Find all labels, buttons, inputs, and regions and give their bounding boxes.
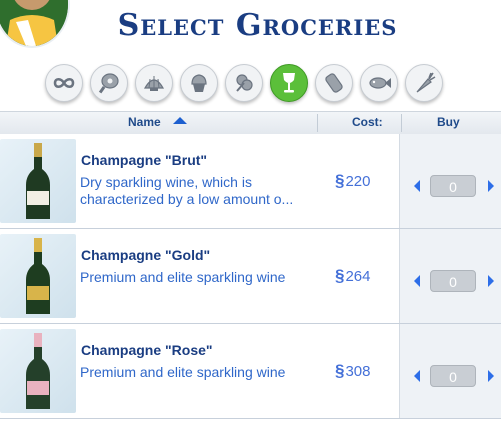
infinity-icon (53, 77, 75, 89)
filter-meat-button[interactable] (90, 64, 128, 102)
grocery-row[interactable]: Champagne "Rose" Premium and elite spark… (0, 324, 501, 419)
fish-icon (369, 77, 391, 89)
champagne-bottle-icon (26, 238, 50, 314)
bottle-label (27, 191, 49, 205)
item-name: Champagne "Rose" (81, 342, 213, 358)
table-header: Name Cost: Buy (0, 111, 501, 135)
filter-fish-button[interactable] (360, 64, 398, 102)
category-filter-bar (45, 64, 443, 102)
champagne-bottle-icon (26, 143, 50, 219)
bottle-label (27, 381, 49, 395)
cost-column-header[interactable]: Cost: (352, 115, 383, 129)
item-cost: §308 (335, 361, 371, 381)
name-column-header[interactable]: Name (128, 115, 161, 129)
filter-seafood-button[interactable] (135, 64, 173, 102)
simoleon-icon: § (335, 361, 345, 380)
decrease-quantity-button[interactable] (414, 275, 420, 287)
item-cost: §220 (335, 171, 371, 191)
grocery-list: Champagne "Brut" Dry sparkling wine, whi… (0, 134, 501, 419)
grocery-row[interactable]: Champagne "Brut" Dry sparkling wine, whi… (0, 134, 501, 229)
decrease-quantity-button[interactable] (414, 180, 420, 192)
seafood-icon (143, 76, 165, 91)
column-divider (317, 114, 318, 132)
meat-icon (98, 73, 119, 94)
product-thumbnail (0, 139, 76, 223)
item-cost: §264 (335, 266, 371, 286)
carrot-icon (416, 72, 436, 93)
herbs-icon (236, 74, 253, 92)
bottle-label (27, 286, 49, 300)
quantity-field[interactable]: 0 (430, 270, 476, 292)
item-description: Premium and elite sparkling wine (80, 269, 286, 285)
buy-stepper: 0 (399, 324, 501, 418)
cost-value: 308 (345, 363, 371, 380)
bottle-icon (325, 73, 343, 93)
increase-quantity-button[interactable] (488, 370, 494, 382)
item-description: Dry sparkling wine, which is characteriz… (80, 174, 294, 207)
sort-ascending-icon[interactable] (173, 117, 187, 124)
quantity-field[interactable]: 0 (430, 365, 476, 387)
filter-all-button[interactable] (45, 64, 83, 102)
item-name: Champagne "Gold" (81, 247, 211, 263)
buy-stepper: 0 (399, 134, 501, 228)
simoleon-icon: § (335, 171, 345, 190)
quantity-field[interactable]: 0 (430, 175, 476, 197)
column-divider (401, 114, 402, 132)
product-thumbnail (0, 234, 76, 318)
simoleon-icon: § (335, 266, 345, 285)
champagne-bottle-icon (26, 333, 50, 409)
increase-quantity-button[interactable] (488, 180, 494, 192)
item-name: Champagne "Brut" (81, 152, 208, 168)
header: Select Groceries (0, 0, 501, 112)
item-description: Premium and elite sparkling wine (80, 364, 286, 380)
filter-vegetables-button[interactable] (405, 64, 443, 102)
filter-dessert-button[interactable] (180, 64, 218, 102)
page-title: Select Groceries (117, 8, 398, 43)
increase-quantity-button[interactable] (488, 275, 494, 287)
cost-value: 264 (345, 268, 371, 285)
cupcake-icon (191, 74, 207, 92)
cost-value: 220 (345, 173, 371, 190)
grocery-row[interactable]: Champagne "Gold" Premium and elite spark… (0, 229, 501, 324)
buy-column-header: Buy (437, 115, 460, 129)
product-thumbnail (0, 329, 76, 413)
filter-herbs-button[interactable] (225, 64, 263, 102)
buy-stepper: 0 (399, 229, 501, 323)
filter-drinks-button[interactable] (270, 64, 308, 102)
filter-canned-button[interactable] (315, 64, 353, 102)
wine-glass-icon (283, 73, 295, 93)
decrease-quantity-button[interactable] (414, 370, 420, 382)
